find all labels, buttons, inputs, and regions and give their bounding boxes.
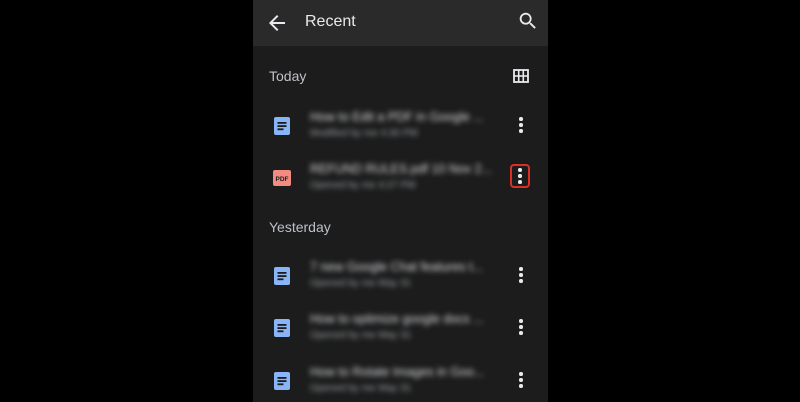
arrow-back-icon[interactable] (265, 11, 289, 35)
file-meta: Opened by me May 31 (310, 278, 412, 289)
pdf-file-icon: PDF (271, 167, 293, 189)
file-row[interactable]: PDF REFUND RULES.pdf 10 Nov 2... Opened … (253, 152, 548, 202)
file-text: 7 new Google Chat features t... Opened b… (310, 259, 500, 293)
file-text: How to Edit a PDF in Google ... Modified… (310, 109, 500, 143)
file-name: 7 new Google Chat features t... (310, 260, 484, 274)
file-row[interactable]: How to Rotate Images in Goo... Opened by… (253, 355, 548, 402)
file-name: REFUND RULES.pdf 10 Nov 2... (310, 162, 493, 176)
pdf-badge-text: PDF (276, 176, 289, 183)
doc-file-icon (271, 265, 293, 287)
phone-screen: Recent Today How to Edit a PDF in Google… (253, 0, 548, 402)
file-row[interactable]: How to optimize google docs ... Opened b… (253, 302, 548, 352)
app-bar: Recent (253, 0, 548, 46)
doc-file-icon (271, 317, 293, 339)
more-options-icon[interactable] (511, 316, 531, 338)
more-options-icon[interactable] (511, 114, 531, 136)
file-meta: Opened by me May 31 (310, 383, 412, 394)
file-text: How to optimize google docs ... Opened b… (310, 311, 500, 345)
file-row[interactable]: 7 new Google Chat features t... Opened b… (253, 250, 548, 300)
more-options-icon[interactable] (511, 369, 531, 391)
section-label-yesterday: Yesterday (269, 219, 331, 235)
search-icon[interactable] (517, 10, 539, 32)
doc-file-icon (271, 115, 293, 137)
file-row[interactable]: How to Edit a PDF in Google ... Modified… (253, 100, 548, 150)
grid-view-icon[interactable] (511, 66, 531, 86)
section-label-today: Today (269, 68, 307, 84)
doc-file-icon (271, 370, 293, 392)
page-title: Recent (305, 13, 356, 30)
file-meta: Opened by me 4:27 PM (310, 180, 416, 191)
file-name: How to optimize google docs ... (310, 312, 484, 326)
more-options-icon[interactable] (511, 264, 531, 286)
file-name: How to Edit a PDF in Google ... (310, 110, 484, 124)
file-name: How to Rotate Images in Goo... (310, 365, 485, 379)
file-text: How to Rotate Images in Goo... Opened by… (310, 364, 500, 398)
file-meta: Modified by me 4:30 PM (310, 128, 418, 139)
file-text: REFUND RULES.pdf 10 Nov 2... Opened by m… (310, 161, 500, 195)
more-options-icon[interactable] (510, 164, 530, 188)
file-meta: Opened by me May 31 (310, 330, 412, 341)
